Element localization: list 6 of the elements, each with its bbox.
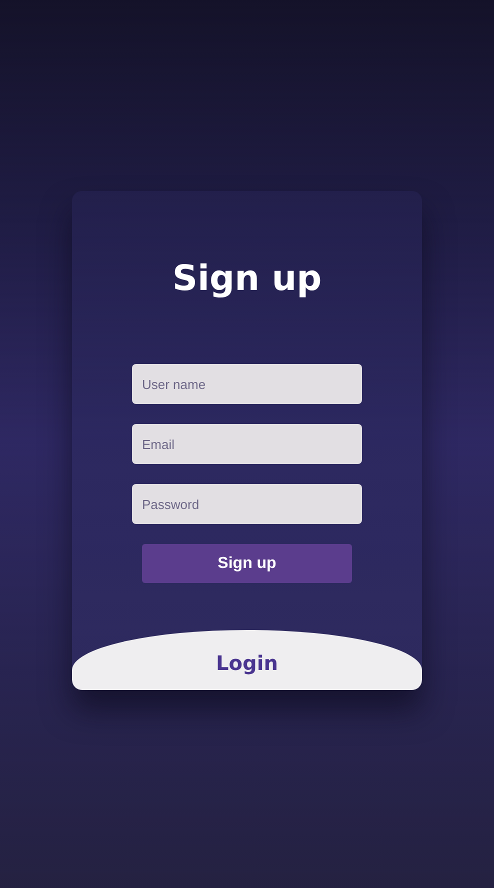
signup-button[interactable]: Sign up [142, 544, 352, 583]
login-button[interactable]: Login [72, 630, 422, 690]
input-field[interactable]: User name [132, 364, 362, 404]
form-title: Sign up [172, 258, 322, 301]
input-field[interactable]: Email [132, 424, 362, 464]
input-field[interactable]: Password [132, 484, 362, 524]
